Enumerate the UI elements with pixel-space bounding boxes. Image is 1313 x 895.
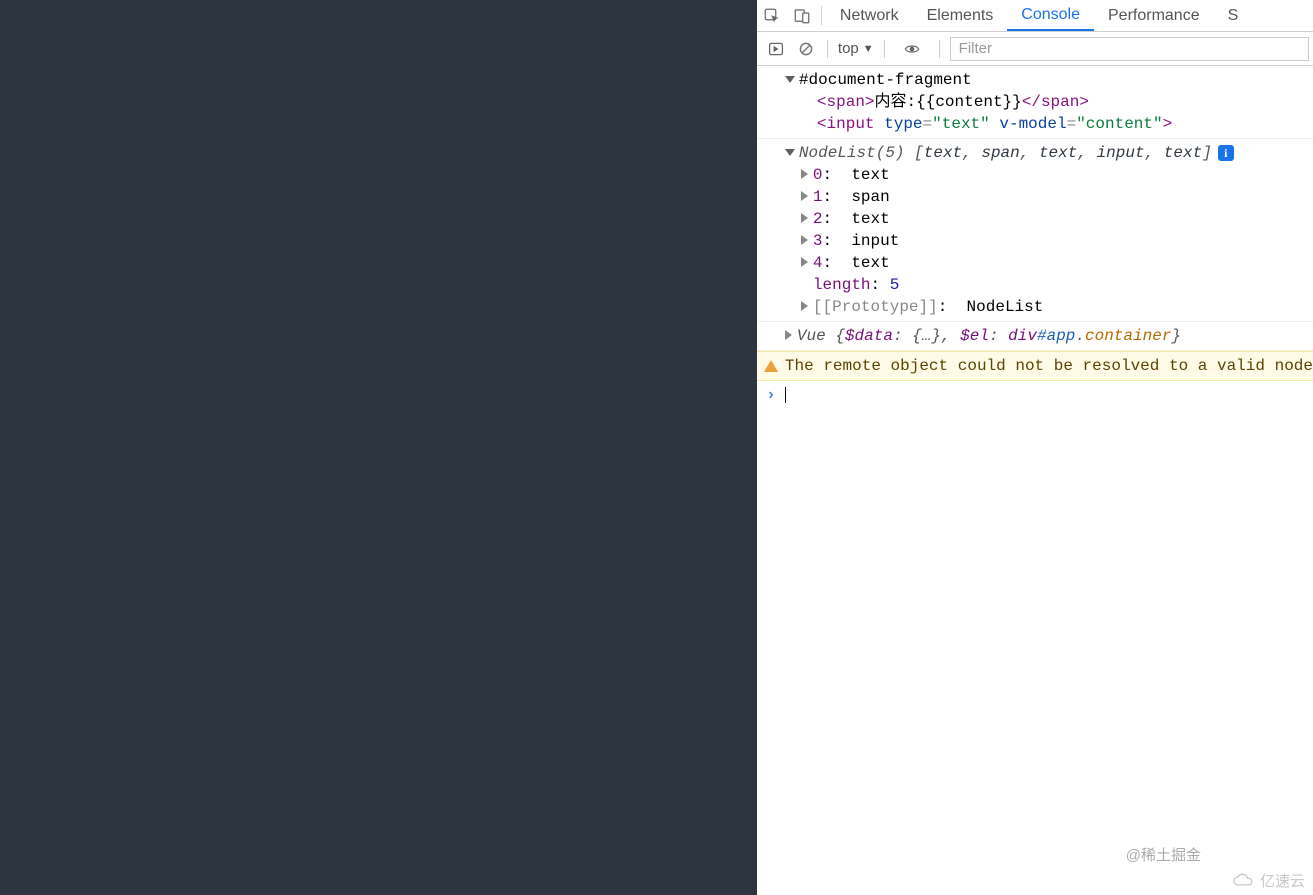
html-attr: v-model: [999, 115, 1066, 133]
devtools-panel: Network Elements Console Performance S t…: [757, 0, 1313, 895]
vue-el-dot: .: [1075, 327, 1085, 345]
nodelist-item[interactable]: text: [1164, 144, 1202, 162]
nodelist-item[interactable]: text: [1039, 144, 1077, 162]
device-toggle-icon[interactable]: [787, 0, 817, 31]
toolbar-divider: [884, 40, 885, 58]
html-attr-val: "text": [932, 115, 990, 133]
devtools-tabbar: Network Elements Console Performance S: [757, 0, 1313, 32]
tab-console[interactable]: Console: [1007, 0, 1094, 31]
expand-icon[interactable]: [801, 301, 808, 311]
console-message[interactable]: NodeList(5) [text, span, text, input, te…: [757, 139, 1313, 322]
context-selector[interactable]: top ▼: [834, 40, 878, 57]
expand-icon[interactable]: [801, 235, 808, 245]
live-expression-icon[interactable]: [897, 34, 927, 64]
vue-el-key: $el: [960, 327, 989, 345]
watermark: @稀土掘金: [1126, 844, 1201, 865]
warning-icon: [764, 360, 778, 372]
document-fragment-label: #document-fragment: [799, 71, 972, 89]
warning-text: The remote object could not be resolved …: [785, 355, 1313, 377]
watermark: 亿速云: [1230, 870, 1305, 891]
prototype-label: [[Prototype]]: [813, 298, 938, 316]
vue-data-val: {…}: [912, 327, 941, 345]
vue-data-key: $data: [845, 327, 893, 345]
entry-index: 0: [813, 166, 823, 184]
sidebar-toggle-icon[interactable]: [761, 34, 791, 64]
console-message[interactable]: Vue {$data: {…}, $el: div#app.container}: [757, 322, 1313, 351]
cloud-icon: [1230, 873, 1256, 889]
html-tag: </span>: [1022, 93, 1089, 111]
html-tag: <input: [817, 115, 875, 133]
expand-icon[interactable]: [785, 330, 792, 340]
inspect-icon[interactable]: [757, 0, 787, 31]
nodelist-item[interactable]: span: [981, 144, 1019, 162]
equals: =: [923, 115, 933, 133]
page-viewport: [0, 0, 757, 895]
entry-value[interactable]: text: [851, 166, 889, 184]
nodelist-item[interactable]: text: [924, 144, 962, 162]
length-label: length: [813, 276, 871, 294]
text-node: {{content}}: [916, 93, 1022, 111]
chevron-down-icon: ▼: [863, 43, 874, 55]
console-output: #document-fragment <span>内容:{{content}}<…: [757, 66, 1313, 895]
expand-icon[interactable]: [801, 213, 808, 223]
expand-icon[interactable]: [801, 191, 808, 201]
expand-icon[interactable]: [801, 257, 808, 267]
text-caret: [785, 387, 786, 403]
entry-value[interactable]: input: [851, 232, 899, 250]
html-tag: >: [1163, 115, 1173, 133]
tab-partial[interactable]: S: [1214, 0, 1243, 31]
console-message[interactable]: #document-fragment <span>内容:{{content}}<…: [757, 66, 1313, 139]
console-warning[interactable]: The remote object could not be resolved …: [757, 351, 1313, 381]
toolbar-divider: [939, 40, 940, 58]
text-node: 内容:: [875, 93, 917, 111]
toolbar-divider: [827, 40, 828, 58]
entry-value[interactable]: text: [851, 210, 889, 228]
info-icon[interactable]: i: [1218, 145, 1234, 161]
prototype-value[interactable]: NodeList: [967, 298, 1044, 316]
equals: =: [1067, 115, 1077, 133]
expand-icon[interactable]: [801, 169, 808, 179]
vue-label: Vue: [797, 327, 835, 345]
tab-performance[interactable]: Performance: [1094, 0, 1214, 31]
entry-index: 1: [813, 188, 823, 206]
context-label: top: [838, 40, 859, 57]
tabbar-divider: [821, 6, 822, 25]
entry-value[interactable]: span: [851, 188, 889, 206]
filter-input[interactable]: Filter: [950, 37, 1309, 61]
filter-placeholder: Filter: [959, 40, 992, 57]
html-attr: type: [884, 115, 922, 133]
nodelist-label: NodeList(5): [799, 144, 914, 162]
entry-index: 2: [813, 210, 823, 228]
length-value: 5: [890, 276, 900, 294]
clear-console-icon[interactable]: [791, 34, 821, 64]
tab-network[interactable]: Network: [826, 0, 913, 31]
prompt-icon: ›: [757, 384, 785, 406]
html-attr-val: "content": [1076, 115, 1162, 133]
entry-index: 4: [813, 254, 823, 272]
expand-toggle-icon[interactable]: [785, 149, 795, 156]
expand-toggle-icon[interactable]: [785, 76, 795, 83]
console-toolbar: top ▼ Filter: [757, 32, 1313, 66]
tab-elements[interactable]: Elements: [913, 0, 1008, 31]
vue-el-tag[interactable]: div: [1008, 327, 1037, 345]
vue-el-id: #app: [1037, 327, 1075, 345]
html-tag: <span>: [817, 93, 875, 111]
console-prompt[interactable]: ›: [757, 381, 1313, 409]
entry-value[interactable]: text: [851, 254, 889, 272]
nodelist-item[interactable]: input: [1097, 144, 1145, 162]
vue-el-class: container: [1085, 327, 1171, 345]
entry-index: 3: [813, 232, 823, 250]
